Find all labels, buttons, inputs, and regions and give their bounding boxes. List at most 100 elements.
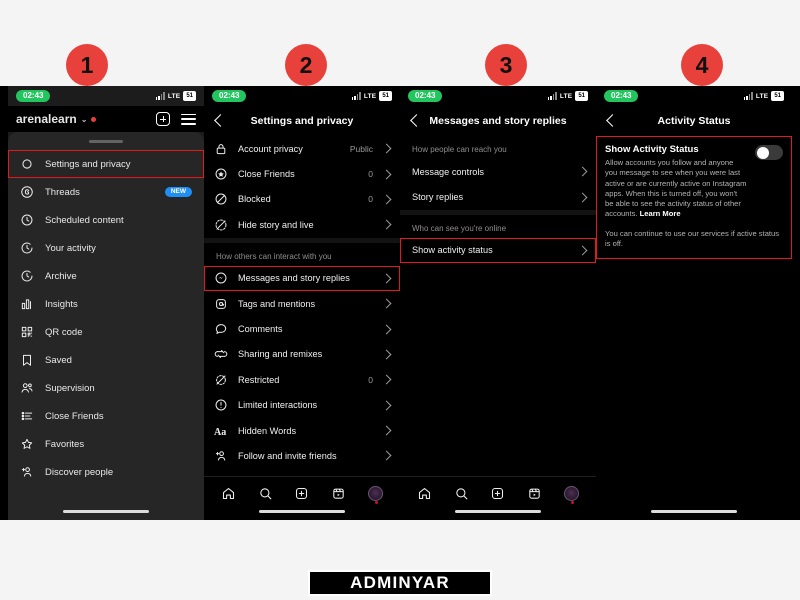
signal-bars-icon [743, 92, 753, 100]
home-icon[interactable] [221, 486, 236, 501]
menu-item-close-friends[interactable]: Close Friends [8, 402, 204, 430]
status-bar: 02:43 LTE 51 [596, 86, 792, 106]
settings-row-sharing-and-remixes[interactable]: Sharing and remixes [204, 342, 400, 367]
create-icon[interactable] [490, 486, 505, 501]
menu-item-favorites[interactable]: Favorites [8, 430, 204, 458]
home-icon[interactable] [417, 486, 432, 501]
back-button[interactable] [408, 114, 422, 128]
hamburger-menu-icon[interactable] [181, 113, 196, 125]
settings-row-follow-and-invite-friends[interactable]: Follow and invite friends [204, 443, 400, 468]
menu-item-supervision[interactable]: Supervision [8, 374, 204, 402]
settings-list: How people can reach you Message control… [400, 136, 596, 476]
star-icon [20, 437, 34, 451]
watermark: ADMINYAR [308, 570, 492, 596]
sheet-drag-handle[interactable] [89, 140, 123, 143]
bookmark-icon [20, 353, 34, 367]
activity-clock-icon [20, 241, 34, 255]
settings-row-tags-and-mentions[interactable]: Tags and mentions [204, 291, 400, 316]
profile-header: arenalearn ⌄ [8, 106, 204, 132]
status-indicators: LTE 51 [743, 91, 784, 101]
menu-item-your-activity[interactable]: Your activity [8, 234, 204, 262]
settings-row-restricted[interactable]: Restricted 0 [204, 367, 400, 392]
settings-row-label: Hidden Words [238, 425, 297, 436]
step-badge-3: 3 [485, 44, 527, 86]
step-number: 1 [80, 51, 94, 78]
settings-row-label: Account privacy [238, 143, 303, 154]
signal-bars-icon [547, 92, 557, 100]
clock-icon [20, 213, 34, 227]
settings-row-blocked[interactable]: Blocked 0 [204, 187, 400, 212]
menu-item-qr-code[interactable]: QR code [8, 318, 204, 346]
menu-item-label: Close Friends [45, 410, 104, 422]
settings-row-messages-and-story-replies[interactable]: Messages and story replies [204, 265, 400, 291]
profile-avatar[interactable] [564, 486, 580, 504]
status-bar: 02:43 LTE 51 [400, 86, 596, 106]
activity-status-title: Show Activity Status [605, 144, 699, 155]
chevron-right-icon [381, 324, 392, 334]
lock-icon [214, 142, 228, 156]
supervision-people-icon [20, 381, 34, 395]
network-label: LTE [363, 92, 377, 100]
chevron-right-icon [381, 400, 392, 411]
settings-row-hidden-words[interactable]: Aa Hidden Words [204, 418, 400, 443]
menu-item-saved[interactable]: Saved [8, 346, 204, 374]
network-label: LTE [559, 92, 573, 100]
username-label: arenalearn [16, 112, 77, 126]
settings-row-value: Public [349, 143, 373, 154]
learn-more-link[interactable]: Learn More [640, 209, 681, 218]
menu-item-discover-people[interactable]: Discover people [8, 458, 204, 486]
battery-icon: 51 [379, 91, 392, 101]
menu-item-insights[interactable]: Insights [8, 290, 204, 318]
settings-row-label: Restricted [238, 374, 280, 385]
settings-row-message-controls[interactable]: Message controls [400, 159, 596, 184]
chevron-right-icon [381, 143, 392, 154]
messenger-icon [214, 271, 228, 285]
back-button[interactable] [604, 114, 618, 128]
username-switcher[interactable]: arenalearn ⌄ [16, 112, 97, 126]
settings-row-label: Tags and mentions [238, 298, 316, 309]
settings-bottom-sheet: Settings and privacy Threads NEW Scheduled … [8, 132, 204, 520]
chevron-right-icon [381, 349, 392, 360]
activity-status-note: You can continue to use our services if … [605, 228, 780, 248]
search-icon[interactable] [258, 486, 273, 501]
profile-avatar[interactable] [368, 486, 384, 504]
hidden-words-icon: Aa [214, 426, 227, 438]
menu-item-label: Saved [45, 354, 72, 366]
create-icon[interactable] [294, 486, 309, 501]
settings-row-close-friends[interactable]: Close Friends 0 [204, 161, 400, 186]
settings-row-limited-interactions[interactable]: Limited interactions [204, 393, 400, 418]
settings-row-label: Show activity status [412, 245, 493, 256]
remix-icon [214, 347, 228, 361]
settings-row-label: Blocked [238, 194, 271, 205]
menu-item-label: Threads [45, 186, 80, 198]
back-button[interactable] [212, 114, 226, 128]
settings-row-label: Limited interactions [238, 400, 318, 411]
gear-icon [20, 157, 34, 171]
menu-item-label: Your activity [45, 242, 96, 254]
home-indicator [651, 510, 737, 513]
menu-item-archive[interactable]: Archive [8, 262, 204, 290]
activity-status-row: Show Activity Status Allow accounts you … [605, 144, 783, 220]
create-post-icon[interactable] [156, 112, 170, 126]
reels-icon[interactable] [331, 486, 346, 501]
chevron-right-icon [577, 245, 588, 256]
settings-row-hide-story-and-live[interactable]: Hide story and live [204, 212, 400, 237]
menu-item-threads[interactable]: Threads NEW [8, 178, 204, 206]
menu-item-label: Insights [45, 298, 78, 310]
blocked-icon [214, 192, 228, 206]
menu-item-scheduled-content[interactable]: Scheduled content [8, 206, 204, 234]
menu-item-settings-and-privacy[interactable]: Settings and privacy [8, 150, 204, 178]
settings-row-comments[interactable]: Comments [204, 316, 400, 341]
reels-icon[interactable] [527, 486, 542, 501]
settings-row-label: Comments [238, 324, 283, 335]
restricted-icon [214, 373, 228, 387]
settings-row-account-privacy[interactable]: Account privacy Public [204, 136, 400, 161]
activity-status-toggle[interactable] [755, 145, 783, 160]
new-badge: NEW [164, 186, 192, 198]
toggle-knob [756, 146, 769, 159]
bottom-nav [204, 476, 400, 510]
settings-row-show-activity-status[interactable]: Show activity status [400, 237, 596, 264]
settings-row-story-replies[interactable]: Story replies [400, 184, 596, 209]
search-icon[interactable] [454, 486, 469, 501]
chevron-right-icon [381, 451, 392, 461]
